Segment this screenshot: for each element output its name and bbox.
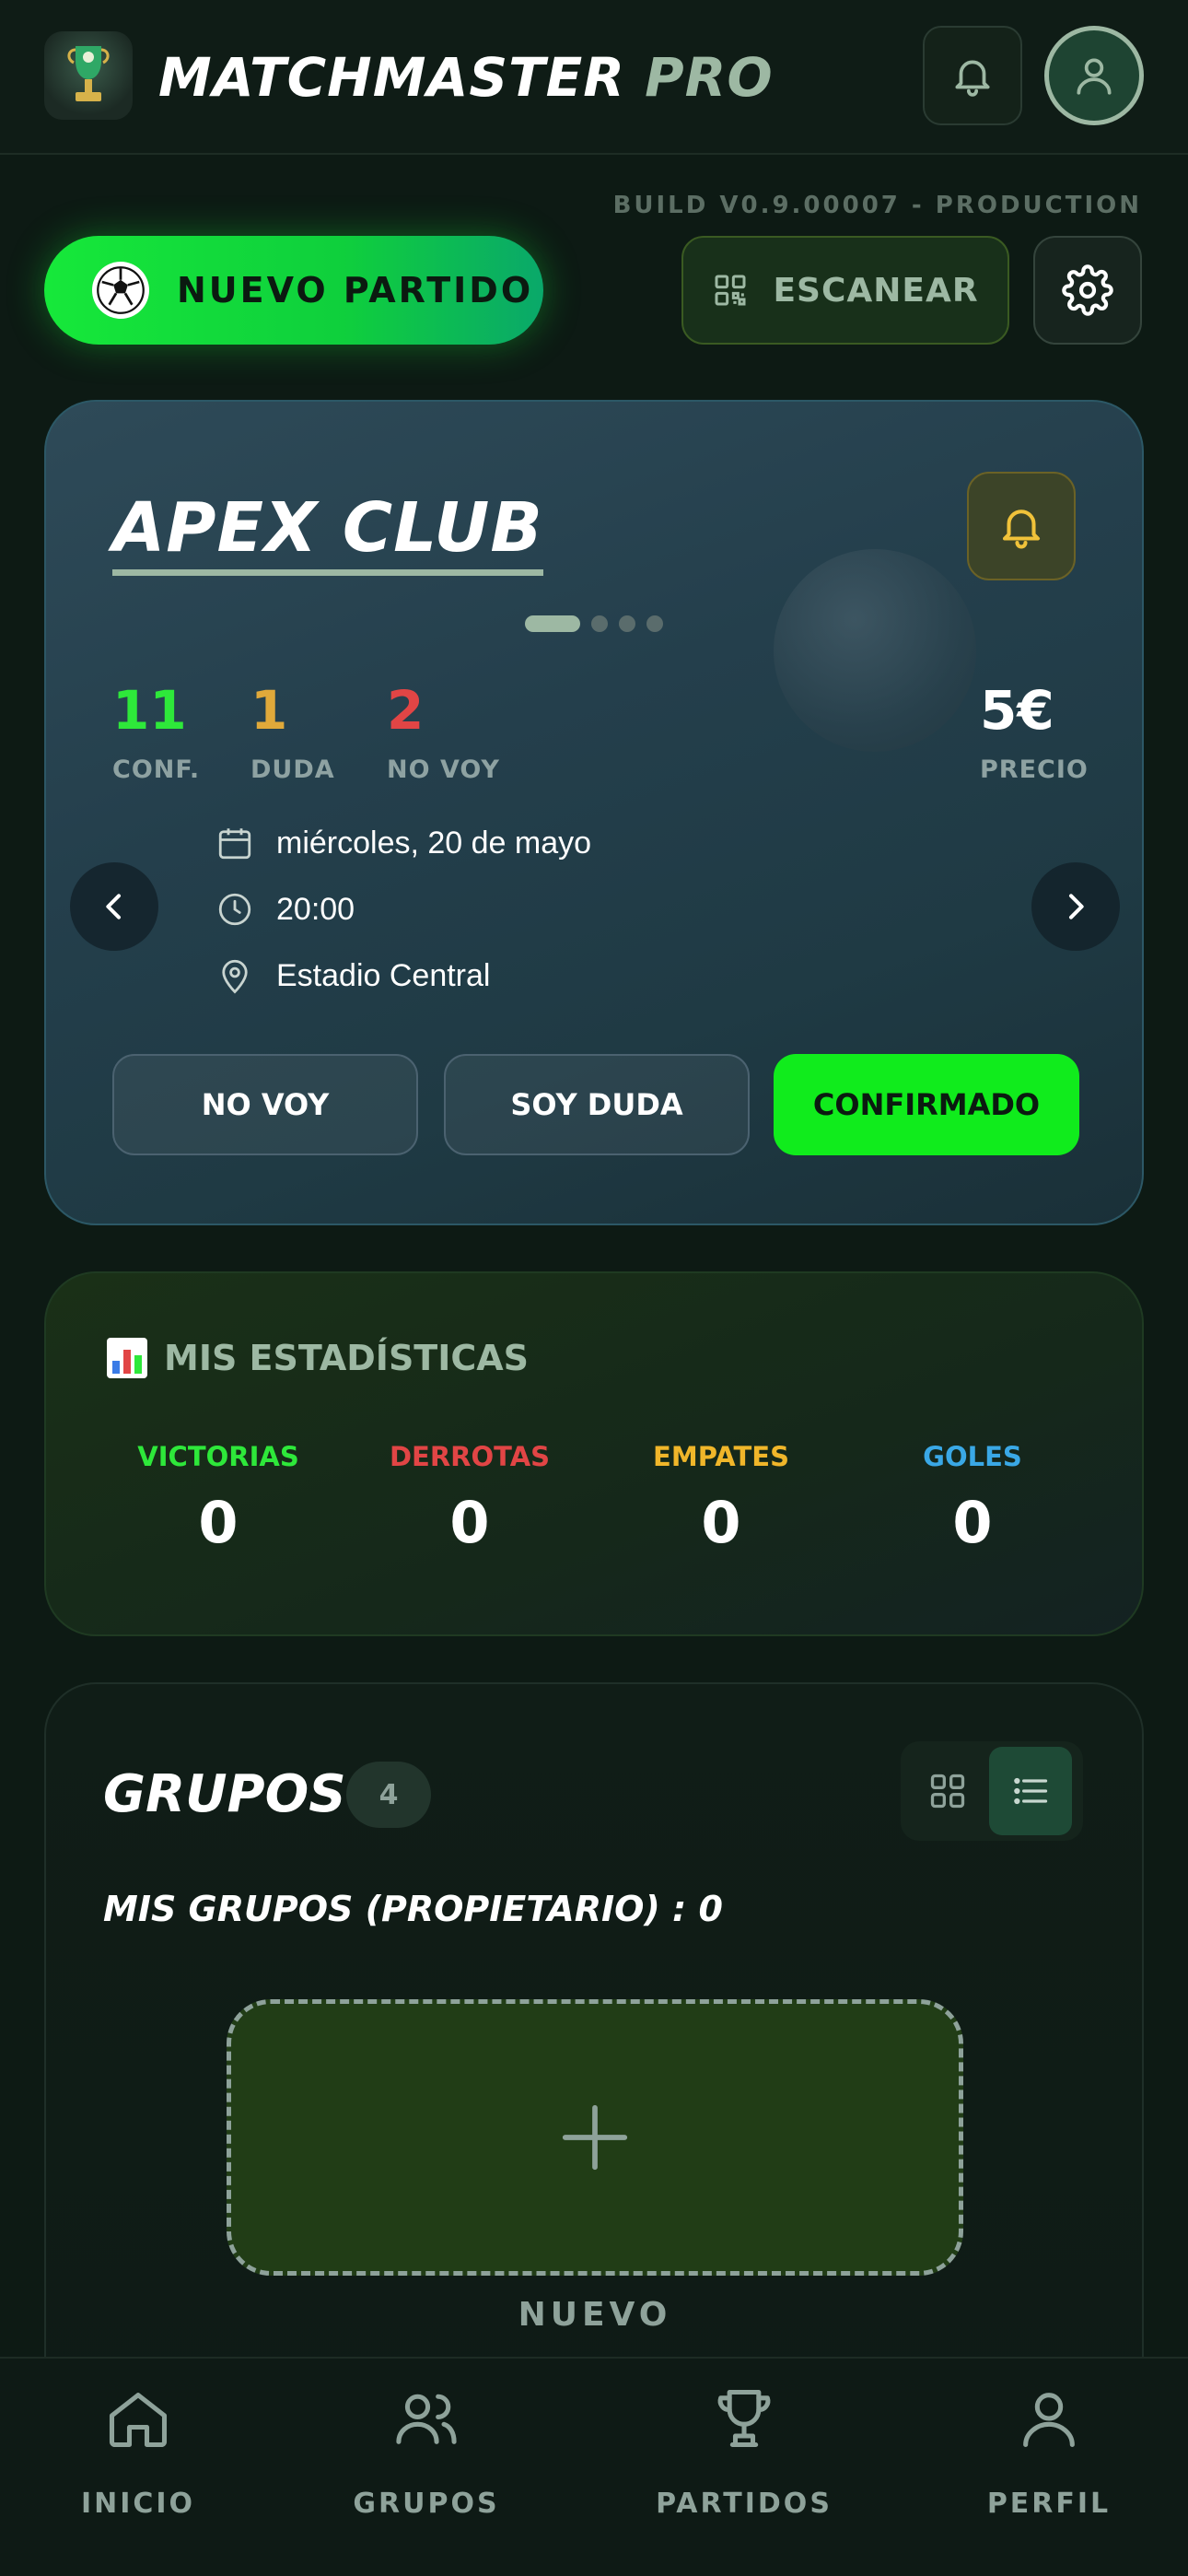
match-location-row: Estadio Central	[215, 956, 490, 995]
confirmado-button[interactable]: CONFIRMADO	[774, 1054, 1079, 1155]
carousel-next-button[interactable]	[1031, 862, 1120, 951]
carousel-dot[interactable]	[591, 615, 608, 632]
groups-count-badge: 4	[346, 1762, 431, 1828]
new-match-label: NUEVO PARTIDO	[177, 270, 534, 310]
settings-button[interactable]	[1033, 236, 1142, 345]
stat-losses: DERROTAS 0	[364, 1441, 576, 1556]
view-toggle	[901, 1741, 1083, 1841]
soccer-ball-icon	[92, 262, 149, 319]
home-icon	[109, 2393, 168, 2448]
no-voy-button[interactable]: NO VOY	[112, 1054, 418, 1155]
carousel-indicator	[525, 615, 674, 632]
app-logo	[44, 31, 133, 120]
grid-icon	[930, 1774, 965, 1809]
nav-item-grupos[interactable]: GRUPOS	[316, 2377, 537, 2520]
new-match-button[interactable]: NUEVO PARTIDO	[44, 236, 543, 345]
stat-not-going: 2 NO VOY	[387, 678, 500, 784]
confirmed-count: 11	[112, 679, 187, 742]
stats-title: MIS ESTADÍSTICAS	[107, 1338, 529, 1378]
match-time-row: 20:00	[215, 890, 355, 929]
not-going-label: NO VOY	[387, 755, 500, 784]
match-location: Estadio Central	[276, 957, 491, 993]
club-name: APEX CLUB	[112, 486, 543, 576]
nav-item-partidos[interactable]: PARTIDOS	[634, 2377, 855, 2520]
trophy-icon	[717, 2389, 771, 2448]
bottom-nav: INICIO GRUPOS PARTIDOS PERFIL	[0, 2357, 1188, 2576]
stats-card: MIS ESTADÍSTICAS VICTORIAS 0 DERROTAS 0 …	[44, 1271, 1144, 1636]
chevron-right-icon	[1069, 894, 1084, 919]
users-icon	[396, 2394, 457, 2444]
app-title-suffix: PRO	[645, 46, 774, 109]
stat-confirmed: 11 CONF.	[112, 678, 200, 784]
groups-title: GRUPOS	[103, 1764, 346, 1824]
match-date-row: miércoles, 20 de mayo	[215, 824, 591, 862]
match-card: APEX CLUB 11 CONF. 1 DUDA 2 NO VOY 5€ PR…	[44, 400, 1144, 1225]
carousel-prev-button[interactable]	[70, 862, 158, 951]
bell-icon	[955, 60, 990, 97]
app-header: MATCHMASTER PRO	[0, 0, 1188, 155]
grid-view-button[interactable]	[906, 1747, 989, 1835]
nav-label-inicio: INICIO	[80, 2488, 196, 2520]
owner-groups-label: MIS GRUPOS (PROPIETARIO) : 0	[103, 1889, 723, 1929]
map-pin-icon	[222, 959, 248, 994]
scan-button[interactable]: ESCANEAR	[681, 236, 1009, 345]
scan-label: ESCANEAR	[773, 271, 979, 310]
carousel-dot[interactable]	[619, 615, 635, 632]
wins-value: 0	[198, 1489, 239, 1556]
gear-icon	[1062, 264, 1113, 316]
new-group-button[interactable]	[227, 1999, 963, 2276]
stat-doubt: 1 DUDA	[250, 678, 335, 784]
wins-label: VICTORIAS	[137, 1441, 299, 1472]
clock-icon	[218, 893, 251, 926]
notifications-button[interactable]	[923, 26, 1022, 125]
background-ball-image	[774, 549, 976, 752]
new-group-label: NUEVO	[518, 2296, 672, 2334]
doubt-count: 1	[250, 679, 288, 742]
nav-label-grupos: GRUPOS	[353, 2488, 500, 2520]
calendar-icon	[218, 828, 251, 860]
qr-code-icon	[715, 275, 746, 306]
user-icon	[1077, 58, 1112, 95]
nav-item-perfil[interactable]: PERFIL	[938, 2377, 1159, 2520]
stat-goals: GOLES 0	[867, 1441, 1078, 1556]
list-view-button[interactable]	[989, 1747, 1072, 1835]
app-title: MATCHMASTER PRO	[158, 39, 774, 116]
build-label: BUILD V0.9.00007 - PRODUCTION	[612, 192, 1142, 219]
goals-value: 0	[952, 1489, 993, 1556]
bell-icon	[1002, 509, 1041, 549]
carousel-dot[interactable]	[646, 615, 663, 632]
match-notify-button[interactable]	[967, 472, 1076, 580]
stats-title-text: MIS ESTADÍSTICAS	[164, 1338, 530, 1378]
app-title-main: MATCHMASTER	[158, 46, 625, 109]
goals-label: GOLES	[923, 1441, 1022, 1472]
soy-duda-button[interactable]: SOY DUDA	[444, 1054, 750, 1155]
losses-value: 0	[449, 1489, 490, 1556]
user-icon	[1023, 2393, 1075, 2448]
nav-item-inicio[interactable]: INICIO	[28, 2377, 249, 2520]
price-label: PRECIO	[980, 755, 1089, 784]
match-time: 20:00	[276, 891, 355, 927]
price-value: 5€	[980, 679, 1054, 742]
bar-chart-icon	[107, 1338, 147, 1378]
plus-icon	[562, 2104, 628, 2171]
doubt-label: DUDA	[250, 755, 335, 784]
list-icon	[1014, 1777, 1048, 1805]
confirmed-label: CONF.	[112, 755, 201, 784]
match-date: miércoles, 20 de mayo	[276, 825, 592, 861]
draws-value: 0	[701, 1489, 741, 1556]
avatar-button[interactable]	[1044, 26, 1144, 125]
carousel-dot[interactable]	[525, 615, 580, 632]
stat-price: 5€ PRECIO	[980, 678, 1089, 784]
not-going-count: 2	[387, 679, 425, 742]
nav-label-perfil: PERFIL	[986, 2488, 1112, 2520]
losses-label: DERROTAS	[389, 1441, 551, 1472]
draws-label: EMPATES	[653, 1441, 789, 1472]
chevron-left-icon	[106, 894, 121, 919]
stat-draws: EMPATES 0	[615, 1441, 827, 1556]
nav-label-partidos: PARTIDOS	[656, 2488, 833, 2520]
stat-wins: VICTORIAS 0	[112, 1441, 324, 1556]
